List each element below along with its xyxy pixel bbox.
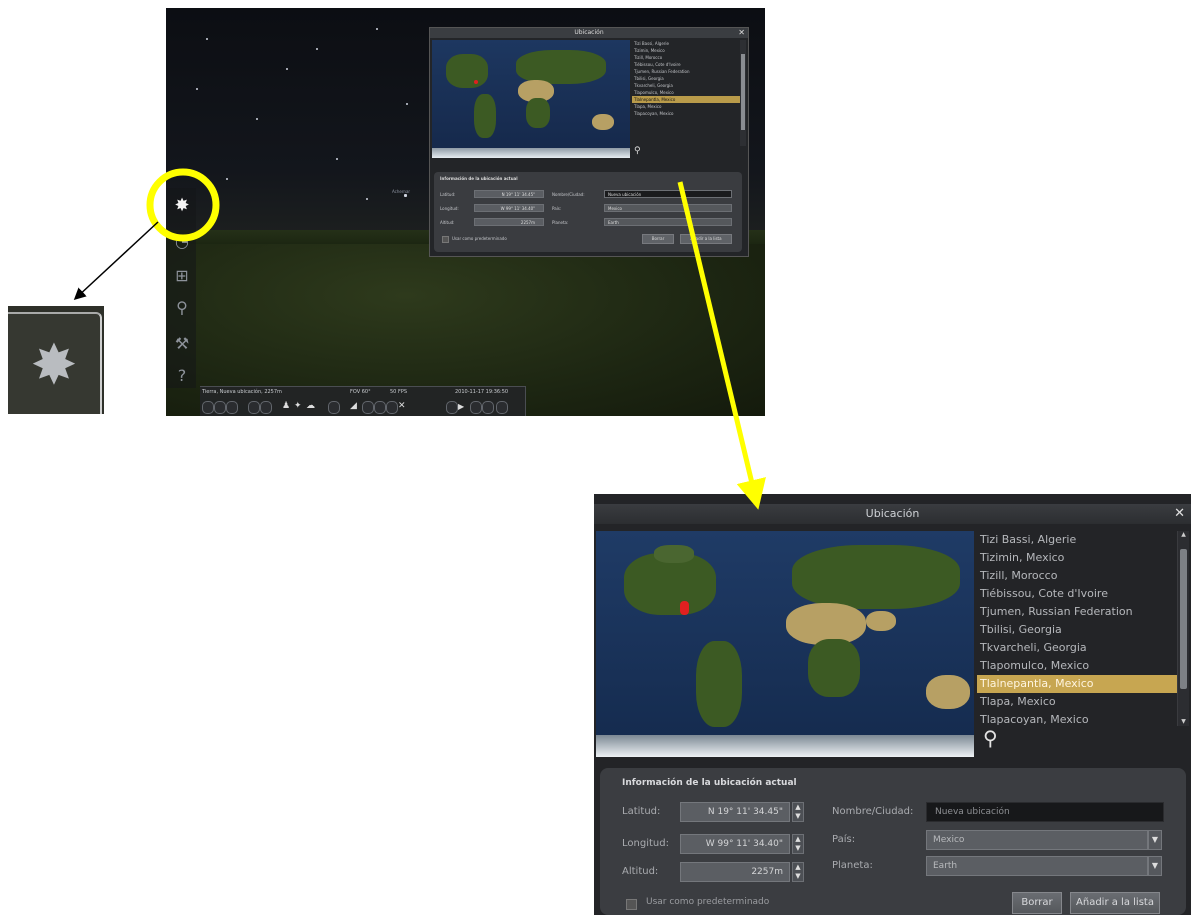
highlight-circle	[146, 168, 220, 242]
zoom-arrow	[73, 221, 159, 301]
expand-arrow	[677, 181, 766, 510]
annotation-layer	[73, 168, 766, 510]
